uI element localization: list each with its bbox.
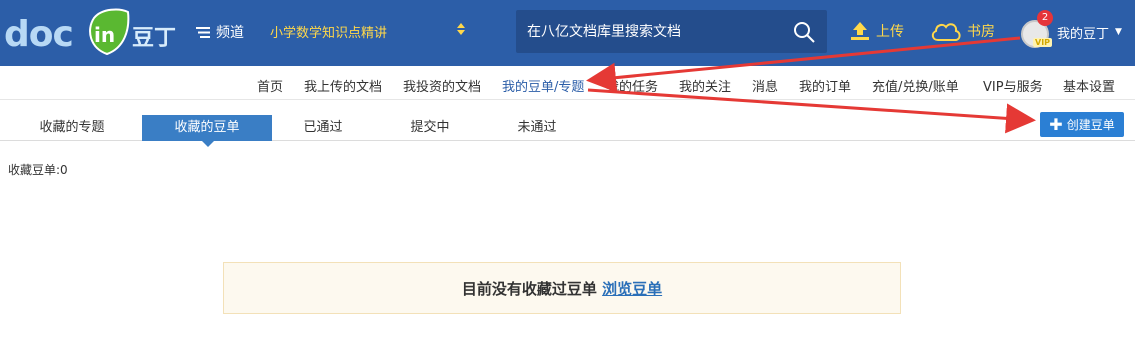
plus-icon: ✚ — [1049, 114, 1063, 134]
leaf-logo-icon: in — [89, 8, 130, 56]
tab-rejected[interactable]: 未通过 — [494, 115, 580, 141]
bookshelf-button[interactable]: 书房 — [930, 20, 995, 42]
avatar[interactable]: 2 VIP — [1019, 10, 1053, 48]
subnav-item-recharge[interactable]: 充值/兑换/账单 — [872, 76, 959, 95]
empty-state-box: 目前没有收藏过豆单 浏览豆单 — [223, 262, 901, 314]
user-menu[interactable]: 2 VIP 我的豆丁 ▼ — [1019, 10, 1122, 48]
menu-icon — [196, 26, 210, 38]
search-icon[interactable] — [792, 20, 816, 44]
subnav-item-doulist[interactable]: 我的豆单/专题 — [502, 76, 584, 95]
subnav-item-tasks[interactable]: 我的任务 — [606, 76, 658, 95]
cloud-icon — [931, 23, 961, 41]
subnav-item-settings[interactable]: 基本设置 — [1063, 76, 1115, 95]
upload-icon — [851, 22, 869, 40]
logo-text: doc — [4, 14, 74, 55]
browse-doulists-link[interactable]: 浏览豆单 — [602, 280, 662, 298]
subnav-item-uploaded[interactable]: 我上传的文档 — [304, 76, 382, 95]
caret-down-icon: ▼ — [1115, 27, 1122, 37]
bookshelf-label: 书房 — [967, 24, 995, 40]
logo-suffix: 豆丁 — [132, 25, 177, 51]
subnav-item-following[interactable]: 我的关注 — [679, 76, 731, 95]
tab-favorite-topics[interactable]: 收藏的专题 — [10, 115, 134, 141]
channel-label: 频道 — [216, 25, 244, 41]
account-subnav: 首页 我上传的文档 我投资的文档 我的豆单/专题 我的任务 我的关注 消息 我的… — [0, 66, 1135, 100]
upload-button[interactable]: 上传 — [849, 20, 904, 42]
vip-badge: VIP — [1033, 38, 1053, 47]
subnav-item-home[interactable]: 首页 — [257, 76, 283, 95]
notification-badge: 2 — [1037, 10, 1053, 26]
subnav-item-messages[interactable]: 消息 — [752, 76, 778, 95]
search-box — [516, 10, 827, 53]
logo-badge-text: in — [94, 23, 115, 47]
select-arrows-icon — [457, 23, 465, 35]
top-header: doc in 豆丁 频道 小学数学知识点精讲 上传 — [0, 0, 1135, 66]
doulist-tabs: 收藏的专题 收藏的豆单 已通过 提交中 未通过 ✚ 创建豆单 — [0, 100, 1135, 147]
category-select[interactable]: 小学数学知识点精讲 — [270, 22, 470, 41]
create-doulist-label: 创建豆单 — [1066, 118, 1115, 132]
channel-menu[interactable]: 频道 — [196, 22, 244, 42]
tab-approved[interactable]: 已通过 — [280, 115, 366, 141]
search-input[interactable] — [516, 10, 784, 53]
tab-pending[interactable]: 提交中 — [387, 115, 473, 141]
upload-label: 上传 — [876, 24, 904, 40]
subnav-item-vip[interactable]: VIP与服务 — [983, 76, 1043, 95]
doulist-count: 收藏豆单:0 — [8, 163, 68, 177]
subnav-item-invested[interactable]: 我投资的文档 — [403, 76, 481, 95]
category-selected: 小学数学知识点精讲 — [270, 26, 388, 41]
docin-logo[interactable]: doc in 豆丁 — [4, 8, 179, 58]
empty-state-text: 目前没有收藏过豆单 — [461, 280, 597, 298]
tab-favorite-doulists[interactable]: 收藏的豆单 — [142, 115, 272, 147]
create-doulist-button[interactable]: ✚ 创建豆单 — [1040, 112, 1124, 137]
user-label: 我的豆丁 — [1057, 26, 1110, 42]
subnav-item-orders[interactable]: 我的订单 — [799, 76, 851, 95]
